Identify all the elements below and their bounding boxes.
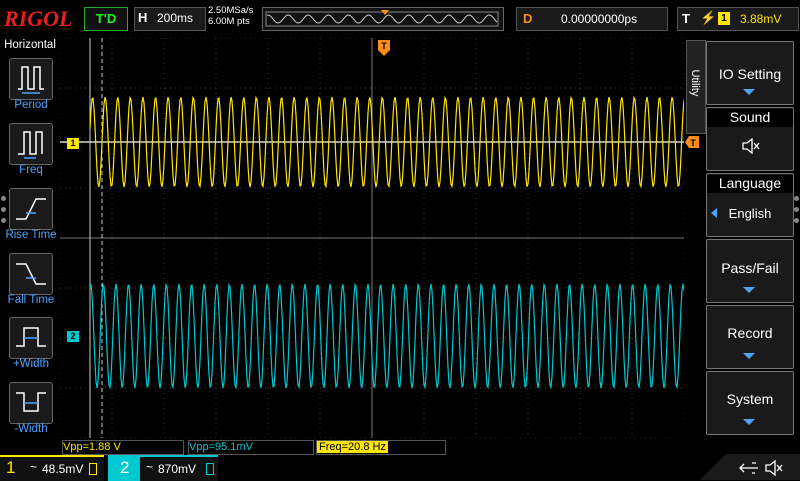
language-value: English [728,206,772,221]
fall-time-label: Fall Time [7,294,55,306]
record-label: Record [727,325,773,341]
sound-button[interactable]: Sound [706,107,794,171]
channel-2-waveform [89,282,685,390]
channel-2-scale: 870mV [158,462,197,476]
period-icon [18,66,44,94]
utility-tab-label: Utility [689,69,701,97]
system-label: System [726,391,774,407]
memory-trace-overview [262,7,504,31]
delay-value: 0.00000000ps [561,12,638,26]
svg-text:T: T [690,138,696,148]
rigol-logo: RIGOL [4,6,73,31]
trigger-source: 1 [718,12,730,25]
battery-icon [206,463,214,475]
measurement-vpp-ch1[interactable]: Vpp=1.88 V [62,440,184,455]
channel-1-number: 1 [6,458,16,477]
fall-time-icon [16,263,46,285]
sample-rate: 2.50MSa/s [208,5,254,16]
channel-2-status[interactable]: 2 ~ 870mV [108,455,218,481]
speaker-mute-icon [742,138,760,154]
system-button[interactable]: System [706,371,794,435]
memory-depth: 6.00M pts [208,16,250,27]
period-label: Period [14,99,48,111]
channel-1-scale: 48.5mV [42,462,84,476]
freq-icon [18,131,43,159]
pass-fail-label: Pass/Fail [721,260,779,276]
horizontal-label: H [138,10,148,25]
delay-box[interactable]: D 0.00000000ps [516,7,668,31]
trigger-level: 3.88mV [740,12,782,26]
delay-label: D [523,11,533,26]
period-button[interactable] [9,58,53,100]
measurement-freq-box[interactable]: Freq=20.8 Hz [316,440,446,455]
svg-text:T: T [381,41,387,51]
negative-width-button[interactable] [9,382,53,424]
sound-label: Sound [707,109,793,127]
submenu-arrow-icon [743,353,755,359]
submenu-arrow-icon [743,287,755,293]
rise-time-label: Rise Time [5,229,57,241]
horizontal-timebase-box[interactable]: H 200ms [134,7,206,31]
sidebar-page-dot [1,207,6,212]
trace-overview-waveform [265,10,499,27]
measurement-freq-ch1: Freq=20.8 Hz [317,441,388,453]
channel-1-offset-marker[interactable]: 1 [67,138,79,149]
menu-page-dot [794,196,799,201]
measurement-vpp-ch2[interactable]: Vpp=95.1mV [188,440,314,455]
record-button[interactable]: Record [706,305,794,369]
channel-2-number: 2 [120,458,130,477]
trigger-box[interactable]: T ⚡ 1 3.88mV [677,7,799,31]
pass-fail-button[interactable]: Pass/Fail [706,239,794,303]
channel-1-coupling: ~ [30,460,38,474]
waveform-display[interactable] [59,37,685,439]
channel-2-offset-marker[interactable]: 2 [67,331,79,342]
measure-sidebar-title: Horizontal [4,39,56,51]
waveform-grid [59,37,685,439]
trigger-position-icon[interactable]: T [377,40,391,56]
sidebar-page-dot [1,196,6,201]
trigger-level-marker-icon[interactable]: T [685,136,699,148]
positive-width-icon [16,327,46,347]
rising-edge-icon: ⚡ [700,10,717,25]
language-button[interactable]: Language English [706,173,794,237]
trigger-label: T [682,11,690,26]
rise-time-icon [16,198,46,220]
status-tray [700,454,800,480]
run-state-badge[interactable]: T'D [84,7,128,31]
positive-width-label: +Width [12,358,50,370]
fall-time-button[interactable] [9,253,53,295]
submenu-arrow-icon [743,419,755,425]
negative-width-icon [16,392,46,412]
negative-width-label: -Width [14,423,48,435]
rise-time-button[interactable] [9,188,53,230]
battery-icon [89,463,97,475]
utility-menu-tab[interactable]: Utility [686,40,706,134]
language-label: Language [707,175,793,193]
menu-page-dot [794,207,799,212]
submenu-arrow-icon [743,89,755,95]
channel-2-coupling: ~ [146,460,154,474]
io-setting-button[interactable]: IO Setting [706,41,794,105]
channel-1-status[interactable]: 1 ~ 48.5mV [0,455,104,481]
sidebar-page-dot [1,218,6,223]
io-setting-label: IO Setting [718,66,782,82]
freq-button[interactable] [9,123,53,165]
menu-page-dot [794,218,799,223]
timebase-value: 200ms [157,11,194,25]
positive-width-button[interactable] [9,317,53,359]
freq-label: Freq [19,164,43,176]
